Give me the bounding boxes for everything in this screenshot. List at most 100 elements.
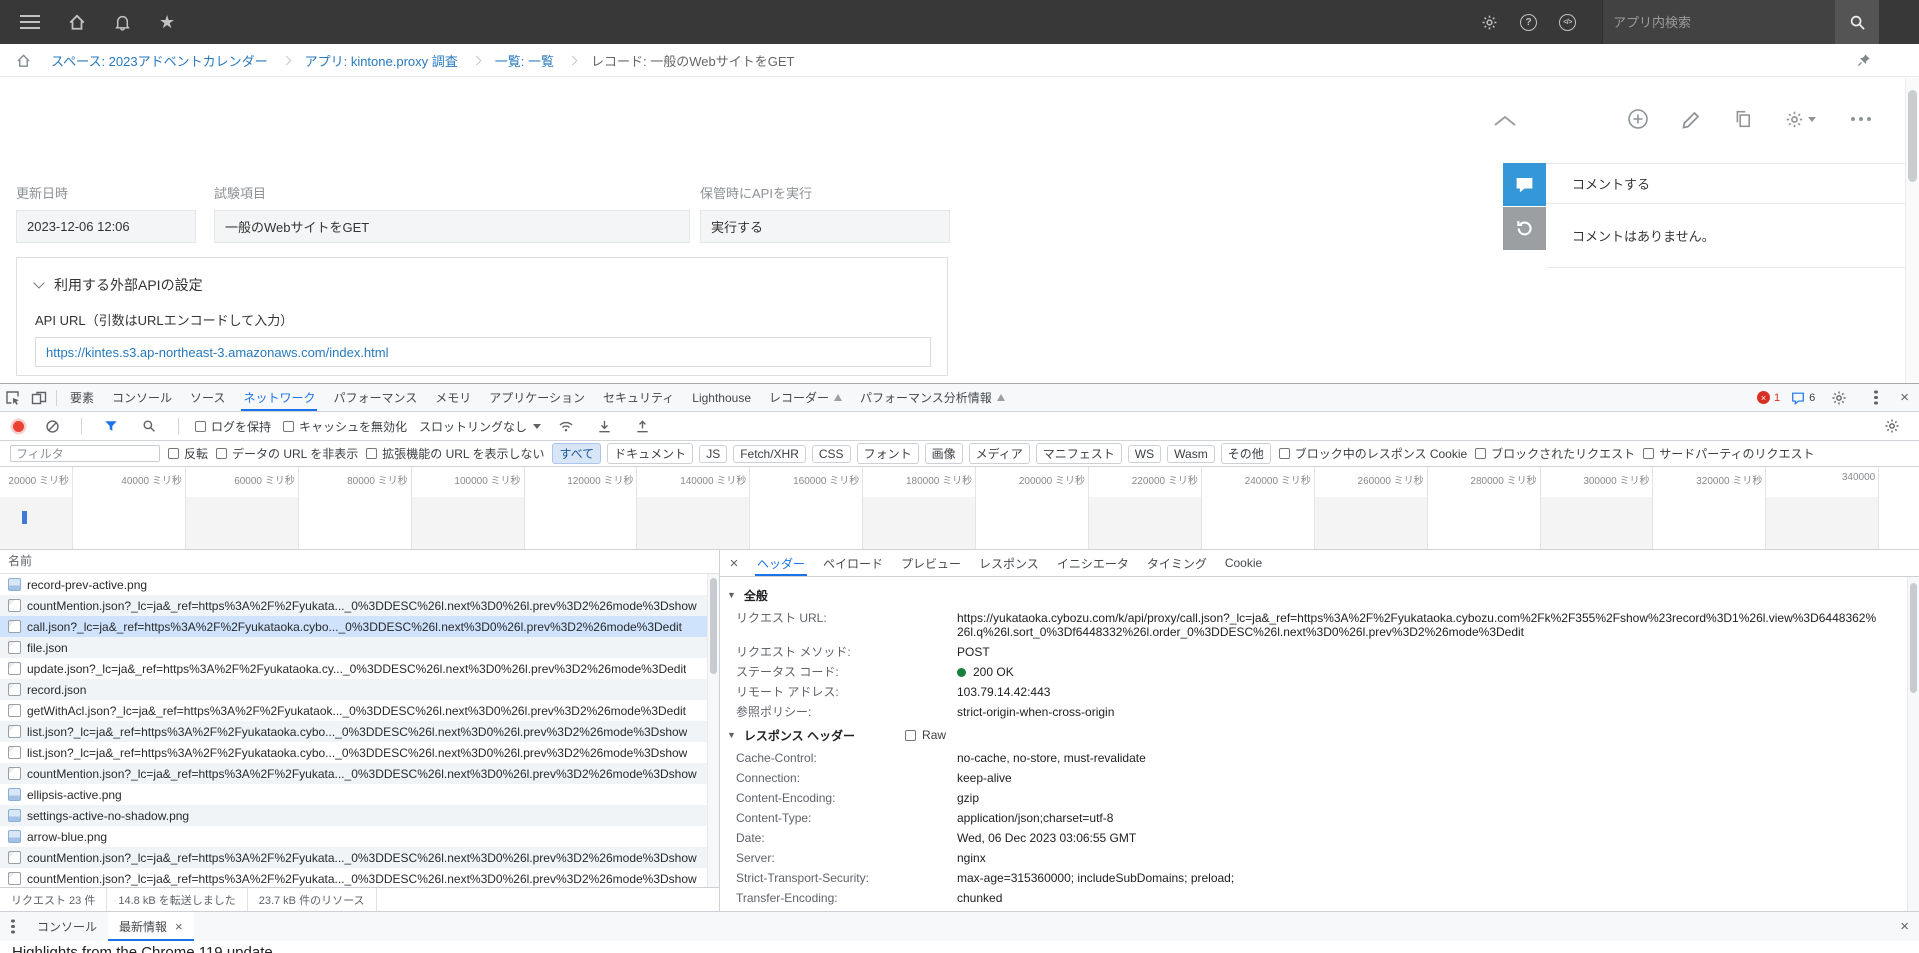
network-request-row[interactable]: countMention.json?_lc=ja&_ref=https%3A%2… — [0, 868, 719, 887]
devtools-panel-tab[interactable]: コンソール — [103, 384, 181, 411]
inspect-element-icon[interactable] — [0, 386, 26, 410]
breadcrumb-item[interactable]: スペース: 2023アドベントカレンダー — [51, 51, 305, 70]
network-request-row[interactable]: call.json?_lc=ja&_ref=https%3A%2F%2Fyuka… — [0, 616, 719, 637]
details-tab[interactable]: レスポンス — [970, 550, 1048, 576]
blocked-requests-checkbox[interactable]: ブロックされたリクエスト — [1475, 445, 1635, 462]
resource-filter-chip[interactable]: ドキュメント — [607, 443, 694, 464]
network-request-row[interactable]: file.json — [0, 637, 719, 658]
devtools-panel-tab[interactable]: パフォーマンス — [324, 384, 426, 411]
export-har-icon[interactable] — [629, 414, 655, 438]
resource-filter-chip[interactable]: CSS — [811, 444, 851, 463]
close-drawer-icon[interactable]: × — [1900, 919, 1909, 934]
close-details-icon[interactable]: × — [720, 550, 748, 576]
resource-filter-chip[interactable]: 画像 — [924, 443, 963, 464]
notifications-bell-icon[interactable] — [114, 14, 131, 31]
details-tab[interactable]: Cookie — [1216, 550, 1271, 576]
breadcrumb-item[interactable]: アプリ: kintone.proxy 調査 — [305, 51, 495, 70]
filter-funnel-icon[interactable] — [98, 414, 124, 438]
developer-code-icon[interactable]: </> — [1559, 13, 1576, 31]
scrollbar-thumb[interactable] — [1908, 90, 1917, 182]
details-tab[interactable]: タイミング — [1138, 550, 1216, 576]
devtools-panel-tab[interactable]: パフォーマンス分析情報 — [851, 384, 1014, 411]
network-request-row[interactable]: record-prev-active.png — [0, 574, 719, 595]
raw-headers-checkbox[interactable]: Raw — [905, 728, 946, 742]
hide-data-urls-checkbox[interactable]: データの URL を非表示 — [216, 445, 358, 462]
scrollbar-thumb[interactable] — [1910, 583, 1917, 693]
network-request-row[interactable]: arrow-blue.png — [0, 826, 719, 847]
hide-extension-urls-checkbox[interactable]: 拡張機能の URL を表示しない — [366, 445, 544, 462]
settings-gear-icon[interactable] — [1481, 14, 1498, 31]
record-network-log-button[interactable] — [13, 420, 24, 432]
blocked-response-cookies-checkbox[interactable]: ブロック中のレスポンス Cookie — [1278, 445, 1467, 462]
resource-filter-chip[interactable]: すべて — [552, 443, 602, 464]
details-tab[interactable]: イニシエータ — [1048, 550, 1138, 576]
general-section-header[interactable]: ▼ 全般 — [720, 582, 1919, 608]
edit-record-button[interactable] — [1682, 110, 1701, 129]
devtools-panel-tab[interactable]: セキュリティ — [594, 384, 683, 411]
network-request-row[interactable]: countMention.json?_lc=ja&_ref=https%3A%2… — [0, 847, 719, 868]
drawer-tab[interactable]: 最新情報 × — [108, 912, 194, 941]
resource-filter-chip[interactable]: JS — [699, 444, 728, 463]
page-scrollbar[interactable] — [1905, 78, 1919, 383]
record-more-button[interactable] — [1849, 117, 1873, 121]
app-search-input[interactable] — [1602, 0, 1835, 44]
resource-filter-chip[interactable]: WS — [1127, 444, 1162, 463]
network-search-icon[interactable] — [136, 414, 162, 438]
devtools-panel-tab[interactable]: メモリ — [426, 384, 480, 411]
home-icon[interactable] — [68, 13, 86, 31]
resource-filter-chip[interactable]: メディア — [968, 443, 1030, 464]
drawer-tab[interactable]: コンソール × — [26, 912, 108, 941]
drawer-more-icon[interactable] — [0, 912, 26, 941]
record-settings-button[interactable] — [1785, 110, 1816, 129]
resource-filter-chip[interactable]: その他 — [1220, 443, 1271, 464]
third-party-requests-checkbox[interactable]: サードパーティのリクエスト — [1643, 445, 1814, 462]
details-scrollbar[interactable] — [1907, 577, 1919, 911]
network-request-row[interactable]: getWithAcl.json?_lc=ja&_ref=https%3A%2F%… — [0, 700, 719, 721]
comment-button[interactable] — [1503, 163, 1546, 206]
network-request-row[interactable]: list.json?_lc=ja&_ref=https%3A%2F%2Fyuka… — [0, 721, 719, 742]
network-request-row[interactable]: list.json?_lc=ja&_ref=https%3A%2F%2Fyuka… — [0, 742, 719, 763]
resource-filter-chip[interactable]: Fetch/XHR — [733, 444, 806, 463]
duplicate-record-button[interactable] — [1734, 110, 1752, 128]
pin-icon[interactable] — [1857, 53, 1871, 67]
console-error-badge[interactable]: × 1 — [1756, 391, 1780, 404]
disable-cache-checkbox[interactable]: キャッシュを無効化 — [283, 418, 407, 435]
favorites-star-icon[interactable]: ★ — [159, 13, 175, 31]
breadcrumb-item[interactable]: 一覧: 一覧 — [495, 51, 591, 70]
devtools-panel-tab[interactable]: ソース — [181, 384, 234, 411]
details-tab[interactable]: ペイロード — [814, 550, 892, 576]
group-toggle[interactable]: 利用する外部APIの設定 — [17, 258, 947, 295]
add-record-button[interactable] — [1627, 108, 1649, 130]
comment-action[interactable]: コメントする — [1546, 164, 1905, 204]
devtools-panel-tab[interactable]: Lighthouse — [683, 384, 760, 411]
devtools-panel-tab[interactable]: アプリケーション — [480, 384, 594, 411]
details-tab[interactable]: プレビュー — [892, 550, 970, 576]
breadcrumb-item[interactable]: レコード: 一般のWebサイトをGET — [591, 51, 794, 70]
resource-filter-chip[interactable]: フォント — [856, 443, 919, 464]
response-headers-section-header[interactable]: ▼ レスポンス ヘッダー Raw — [720, 722, 1919, 748]
devtools-close-icon[interactable]: × — [1900, 390, 1909, 405]
clear-network-log-icon[interactable] — [39, 414, 65, 438]
network-conditions-icon[interactable] — [553, 414, 579, 438]
invert-filter-checkbox[interactable]: 反転 — [168, 445, 208, 462]
network-request-row[interactable]: countMention.json?_lc=ja&_ref=https%3A%2… — [0, 763, 719, 784]
preserve-log-checkbox[interactable]: ログを保持 — [195, 418, 271, 435]
devtools-settings-gear-icon[interactable] — [1826, 386, 1852, 410]
devtools-panel-tab[interactable]: 要素 — [61, 384, 103, 411]
resource-filter-chip[interactable]: マニフェスト — [1035, 443, 1122, 464]
hamburger-menu-icon[interactable] — [20, 21, 40, 23]
devtools-panel-tab[interactable]: レコーダー — [760, 384, 851, 411]
close-tab-icon[interactable]: × — [175, 919, 183, 934]
network-settings-gear-icon[interactable] — [1879, 414, 1905, 438]
network-filter-input[interactable] — [10, 445, 160, 462]
request-list-scrollbar[interactable] — [707, 574, 719, 887]
api-url-value[interactable]: https://kintes.s3.ap-northeast-3.amazona… — [35, 337, 931, 367]
help-icon[interactable]: ? — [1520, 13, 1537, 31]
change-history-button[interactable] — [1503, 207, 1546, 250]
devtools-panel-tab[interactable]: ネットワーク — [234, 384, 324, 411]
network-request-row[interactable]: settings-active-no-shadow.png — [0, 805, 719, 826]
issues-badge[interactable]: 6 — [1791, 391, 1815, 405]
network-request-row[interactable]: record.json — [0, 679, 719, 700]
search-button[interactable] — [1835, 0, 1879, 44]
resource-filter-chip[interactable]: Wasm — [1167, 444, 1215, 463]
